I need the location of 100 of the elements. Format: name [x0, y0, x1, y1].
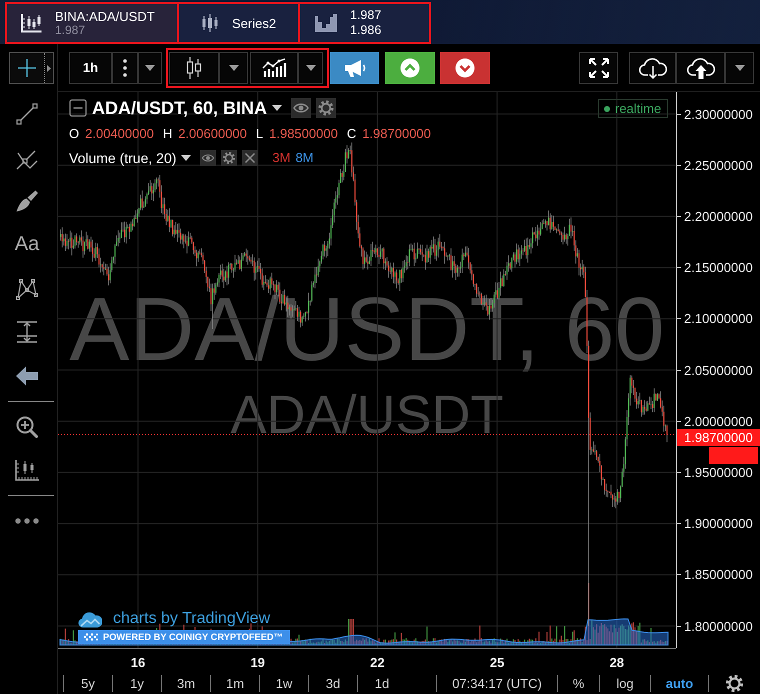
bar-line-chart-icon: [261, 58, 287, 78]
vertical-dots-icon: [123, 58, 127, 76]
dropdown-button[interactable]: [298, 52, 323, 84]
indicator-title: Volume (true, 20): [69, 150, 176, 166]
up-button[interactable]: [385, 52, 435, 84]
range-button[interactable]: 3m: [176, 676, 196, 690]
dropdown-button[interactable]: [725, 52, 754, 84]
ohlc-value: 2.00600000: [178, 126, 247, 141]
price-label: 2.05000000: [684, 362, 753, 378]
measure-icon: [15, 320, 39, 344]
interval-button[interactable]: 1h: [69, 52, 112, 84]
date-label: 25: [490, 655, 504, 670]
range-button[interactable]: 3d: [326, 676, 340, 690]
scale-button[interactable]: log: [616, 676, 634, 690]
banner-text: POWERED BY COINIGY CRYPTOFEED™: [103, 632, 283, 642]
candles-icon: [185, 56, 203, 80]
caret-icon[interactable]: [272, 105, 282, 111]
range-button[interactable]: 1y: [130, 676, 144, 690]
ohlc-label: O: [69, 126, 80, 141]
dropdown-button[interactable]: [219, 52, 248, 84]
scale-button[interactable]: %: [572, 676, 584, 690]
price-label: 1.85000000: [684, 567, 753, 582]
crosshair-icon: [17, 58, 37, 78]
date-label: 22: [370, 655, 385, 670]
price-label: 2.25000000: [684, 158, 753, 173]
candles-axis-icon: [20, 13, 42, 33]
close-icon[interactable]: [242, 150, 258, 166]
dropdown-button[interactable]: [138, 52, 162, 84]
status-text: realtime: [615, 101, 662, 116]
more-icon: [15, 518, 39, 524]
indicators-button[interactable]: [250, 52, 298, 84]
scale-button[interactable]: auto: [666, 676, 694, 690]
area-histogram-icon: [314, 13, 338, 33]
pattern-icon: [15, 276, 39, 301]
ohlc-label: C: [346, 126, 356, 141]
cloud-icon: [78, 610, 102, 628]
caret-icon: [734, 64, 744, 70]
chevrons-icon: [83, 632, 98, 642]
settings-icon[interactable]: [316, 98, 336, 118]
indicator-value: 3M: [272, 150, 290, 165]
upload-button[interactable]: [676, 52, 725, 84]
series-tab[interactable]: 1.987 1.986: [300, 4, 429, 42]
indicator-value: 8M: [295, 150, 314, 165]
date-label: 28: [610, 655, 624, 670]
price-label: 2.00000000: [684, 414, 753, 429]
collapse-icon[interactable]: [69, 99, 87, 117]
ohlc-label: H: [162, 126, 172, 141]
megaphone-icon: [342, 58, 366, 78]
eye-icon[interactable]: [291, 98, 312, 118]
cloud-download-icon: [638, 56, 668, 80]
settings-icon[interactable]: [221, 150, 238, 166]
brush-icon: [15, 189, 39, 214]
price-label: 2.10000000: [684, 311, 753, 326]
series-tab[interactable]: Series2: [179, 4, 300, 42]
range-button[interactable]: 1w: [276, 676, 292, 690]
price-label: 2.20000000: [684, 208, 753, 224]
caret-icon: [47, 64, 51, 72]
clock-text: 07:34:17 (UTC): [452, 676, 542, 690]
fullscreen-button[interactable]: [579, 52, 618, 84]
range-button[interactable]: 5y: [81, 676, 95, 690]
candles-icon: [200, 13, 220, 33]
settings-icon[interactable]: [726, 674, 743, 692]
watermark-text: ADA/USDT: [230, 388, 504, 442]
cloud-upload-icon: [686, 56, 716, 80]
ohlc-value: 1.98700000: [362, 126, 431, 141]
price-label: 2.30000000: [684, 106, 753, 122]
left-arrow-icon: [15, 364, 39, 387]
range-button[interactable]: 1d: [374, 676, 390, 690]
chevron-down-icon: [455, 58, 475, 78]
down-button[interactable]: [440, 52, 490, 84]
chart-style-button[interactable]: [169, 52, 219, 84]
status-dot-icon: [604, 106, 610, 112]
crosshair-tool[interactable]: [9, 52, 54, 84]
price-label: 1.95000000: [684, 464, 753, 480]
series-tab[interactable]: BINA:ADA/USDT 1.987: [7, 4, 179, 42]
caret-icon: [306, 64, 316, 70]
date-label: 19: [250, 655, 265, 670]
ohlc-value: 2.00400000: [85, 126, 154, 141]
range-button[interactable]: 1m: [226, 676, 244, 690]
caret-icon: [228, 64, 238, 70]
announce-button[interactable]: [330, 52, 379, 84]
fullscreen-icon: [588, 56, 610, 78]
menu-button[interactable]: [112, 52, 138, 84]
ohlc-value: 1.98500000: [269, 126, 338, 141]
logo-text[interactable]: charts by TradingView: [113, 610, 270, 628]
price-label: 1.90000000: [684, 516, 753, 532]
price-marker: [709, 447, 758, 464]
date-label: 16: [130, 655, 146, 670]
download-button[interactable]: [629, 52, 676, 84]
last-price-label: 1.98700000: [677, 429, 760, 446]
symbol-title: ADA/USDT, 60, BINA: [92, 98, 268, 118]
text-tool[interactable]: Aa: [9, 228, 45, 261]
chevron-up-icon: [400, 58, 420, 78]
caret-icon: [145, 64, 155, 70]
ohlc-label: L: [256, 126, 264, 141]
caret-icon[interactable]: [181, 154, 192, 160]
eye-icon[interactable]: [200, 150, 216, 166]
price-label: 2.15000000: [684, 260, 753, 276]
zoom-in-icon: [15, 414, 39, 439]
line-tool-icon: [15, 102, 39, 126]
